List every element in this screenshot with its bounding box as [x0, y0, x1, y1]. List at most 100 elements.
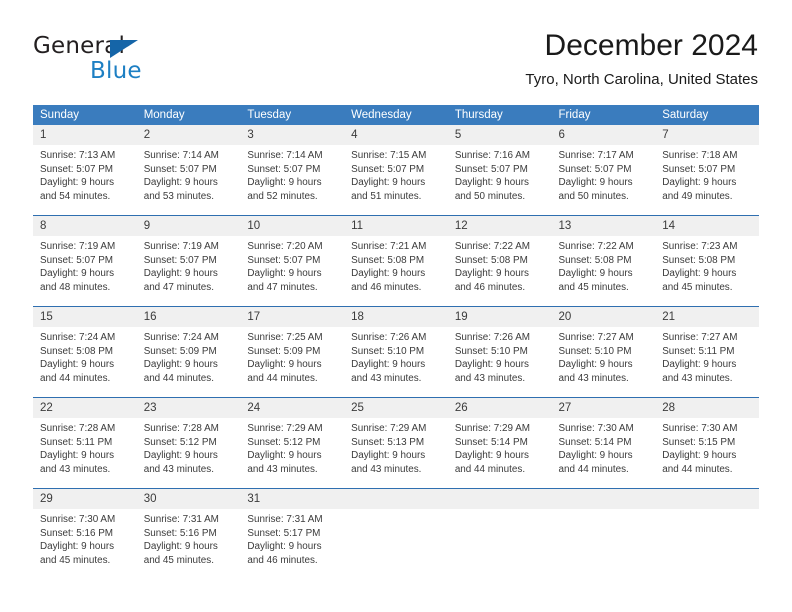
sunset-text: Sunset: 5:09 PM [143, 345, 217, 357]
day-cell[interactable]: 20 Sunrise: 7:27 AM Sunset: 5:10 PM Dayl… [551, 307, 656, 397]
sunset-text: Sunset: 5:07 PM [454, 163, 528, 175]
week-row: 22 Sunrise: 7:28 AM Sunset: 5:11 PM Dayl… [33, 397, 759, 488]
daylight-text-line1: Daylight: 9 hours [662, 450, 737, 462]
daylight-text-line2: and 45 minutes. [143, 554, 214, 566]
day-number: 24 [240, 398, 345, 418]
day-number: 27 [551, 398, 656, 418]
sunrise-text: Sunrise: 7:20 AM [247, 241, 323, 252]
day-cell[interactable]: 7 Sunrise: 7:18 AM Sunset: 5:07 PM Dayli… [655, 125, 759, 215]
sunset-text: Sunset: 5:11 PM [40, 436, 113, 448]
daylight-text-line2: and 46 minutes. [351, 281, 422, 293]
daylight-text-line1: Daylight: 9 hours [247, 359, 322, 371]
day-cell[interactable]: 25 Sunrise: 7:29 AM Sunset: 5:13 PM Dayl… [344, 398, 448, 488]
sunset-text: Sunset: 5:13 PM [351, 436, 425, 448]
day-details: Sunrise: 7:28 AM Sunset: 5:11 PM Dayligh… [33, 418, 137, 476]
day-cell[interactable]: 23 Sunrise: 7:28 AM Sunset: 5:12 PM Dayl… [136, 398, 241, 488]
sunset-text: Sunset: 5:08 PM [351, 254, 425, 266]
day-details: Sunrise: 7:27 AM Sunset: 5:10 PM Dayligh… [552, 327, 656, 385]
daylight-text-line2: and 44 minutes. [40, 372, 111, 384]
week-row: 15 Sunrise: 7:24 AM Sunset: 5:08 PM Dayl… [33, 306, 759, 397]
sunset-text: Sunset: 5:07 PM [40, 254, 114, 266]
daylight-text-line1: Daylight: 9 hours [247, 450, 322, 462]
day-number: 14 [655, 216, 759, 236]
daylight-text-line1: Daylight: 9 hours [40, 177, 115, 189]
day-cell[interactable]: 15 Sunrise: 7:24 AM Sunset: 5:08 PM Dayl… [33, 307, 137, 397]
sunrise-text: Sunrise: 7:29 AM [247, 423, 323, 434]
day-cell[interactable]: 29 Sunrise: 7:30 AM Sunset: 5:16 PM Dayl… [33, 489, 137, 579]
weekday-header-sunday: Sunday [40, 109, 80, 121]
sunrise-text: Sunrise: 7:16 AM [454, 150, 531, 161]
day-number: 22 [33, 398, 137, 418]
sunrise-text: Sunrise: 7:24 AM [143, 332, 219, 343]
day-cell[interactable]: 22 Sunrise: 7:28 AM Sunset: 5:11 PM Dayl… [33, 398, 137, 488]
daylight-text-line2: and 46 minutes. [247, 554, 318, 566]
day-cell[interactable]: 9 Sunrise: 7:19 AM Sunset: 5:07 PM Dayli… [136, 216, 241, 306]
day-cell[interactable]: 11 Sunrise: 7:21 AM Sunset: 5:08 PM Dayl… [344, 216, 448, 306]
day-cell[interactable]: 6 Sunrise: 7:17 AM Sunset: 5:07 PM Dayli… [551, 125, 656, 215]
day-details: Sunrise: 7:26 AM Sunset: 5:10 PM Dayligh… [448, 327, 552, 385]
daylight-text-line1: Daylight: 9 hours [351, 177, 426, 189]
day-details: Sunrise: 7:25 AM Sunset: 5:09 PM Dayligh… [240, 327, 344, 385]
day-cell[interactable]: 1 Sunrise: 7:13 AM Sunset: 5:07 PM Dayli… [33, 125, 137, 215]
day-cell[interactable]: 18 Sunrise: 7:26 AM Sunset: 5:10 PM Dayl… [344, 307, 448, 397]
sunrise-text: Sunrise: 7:31 AM [247, 514, 323, 525]
weekday-header-tuesday: Tuesday [247, 109, 292, 121]
daylight-text-line2: and 52 minutes. [247, 190, 318, 202]
day-details: Sunrise: 7:28 AM Sunset: 5:12 PM Dayligh… [137, 418, 241, 476]
daylight-text-line2: and 49 minutes. [662, 190, 733, 202]
day-cell[interactable]: 21 Sunrise: 7:27 AM Sunset: 5:11 PM Dayl… [655, 307, 759, 397]
day-cell[interactable]: 16 Sunrise: 7:24 AM Sunset: 5:09 PM Dayl… [136, 307, 241, 397]
sunset-text: Sunset: 5:11 PM [662, 345, 735, 357]
general-blue-logo[interactable]: General Blue [33, 33, 263, 93]
day-details: Sunrise: 7:26 AM Sunset: 5:10 PM Dayligh… [344, 327, 448, 385]
day-number: 12 [447, 216, 552, 236]
daylight-text-line1: Daylight: 9 hours [143, 268, 218, 280]
day-number: 19 [447, 307, 552, 327]
day-cell[interactable]: 24 Sunrise: 7:29 AM Sunset: 5:12 PM Dayl… [240, 398, 345, 488]
day-cell[interactable]: 26 Sunrise: 7:29 AM Sunset: 5:14 PM Dayl… [447, 398, 552, 488]
sunrise-text: Sunrise: 7:23 AM [662, 241, 738, 252]
sunset-text: Sunset: 5:08 PM [662, 254, 736, 266]
day-cell[interactable]: 10 Sunrise: 7:20 AM Sunset: 5:07 PM Dayl… [240, 216, 345, 306]
sunset-text: Sunset: 5:07 PM [558, 163, 632, 175]
day-cell[interactable]: 8 Sunrise: 7:19 AM Sunset: 5:07 PM Dayli… [33, 216, 137, 306]
day-cell[interactable]: 2 Sunrise: 7:14 AM Sunset: 5:07 PM Dayli… [136, 125, 241, 215]
sunrise-text: Sunrise: 7:25 AM [247, 332, 323, 343]
daylight-text-line2: and 44 minutes. [558, 463, 629, 475]
day-cell[interactable]: 31 Sunrise: 7:31 AM Sunset: 5:17 PM Dayl… [240, 489, 345, 579]
day-cell[interactable]: 17 Sunrise: 7:25 AM Sunset: 5:09 PM Dayl… [240, 307, 345, 397]
day-cell[interactable]: 27 Sunrise: 7:30 AM Sunset: 5:14 PM Dayl… [551, 398, 656, 488]
day-number: 8 [33, 216, 137, 236]
day-number: 11 [344, 216, 448, 236]
day-cell[interactable]: 13 Sunrise: 7:22 AM Sunset: 5:08 PM Dayl… [551, 216, 656, 306]
day-cell[interactable]: 5 Sunrise: 7:16 AM Sunset: 5:07 PM Dayli… [447, 125, 552, 215]
sunrise-text: Sunrise: 7:22 AM [558, 241, 634, 252]
daylight-text-line2: and 45 minutes. [558, 281, 629, 293]
day-details: Sunrise: 7:17 AM Sunset: 5:07 PM Dayligh… [552, 145, 656, 203]
day-cell[interactable]: 19 Sunrise: 7:26 AM Sunset: 5:10 PM Dayl… [447, 307, 552, 397]
day-number: 6 [551, 125, 656, 145]
day-cell[interactable]: 4 Sunrise: 7:15 AM Sunset: 5:07 PM Dayli… [344, 125, 448, 215]
sunrise-text: Sunrise: 7:18 AM [662, 150, 738, 161]
day-details: Sunrise: 7:29 AM Sunset: 5:14 PM Dayligh… [448, 418, 552, 476]
sunset-text: Sunset: 5:16 PM [40, 527, 114, 539]
day-number [551, 489, 656, 509]
daylight-text-line1: Daylight: 9 hours [143, 450, 218, 462]
weekday-header-wednesday: Wednesday [351, 109, 412, 121]
daylight-text-line1: Daylight: 9 hours [454, 268, 529, 280]
day-details: Sunrise: 7:29 AM Sunset: 5:13 PM Dayligh… [344, 418, 448, 476]
sunrise-text: Sunrise: 7:30 AM [662, 423, 738, 434]
daylight-text-line2: and 47 minutes. [143, 281, 214, 293]
day-cell[interactable]: 28 Sunrise: 7:30 AM Sunset: 5:15 PM Dayl… [655, 398, 759, 488]
day-number [447, 489, 552, 509]
sunset-text: Sunset: 5:08 PM [558, 254, 632, 266]
day-cell[interactable]: 30 Sunrise: 7:31 AM Sunset: 5:16 PM Dayl… [136, 489, 241, 579]
day-cell[interactable]: 3 Sunrise: 7:14 AM Sunset: 5:07 PM Dayli… [240, 125, 345, 215]
weekday-header-friday: Friday [558, 109, 591, 121]
daylight-text-line1: Daylight: 9 hours [558, 268, 633, 280]
daylight-text-line1: Daylight: 9 hours [351, 359, 426, 371]
daylight-text-line1: Daylight: 9 hours [662, 177, 737, 189]
day-cell[interactable]: 14 Sunrise: 7:23 AM Sunset: 5:08 PM Dayl… [655, 216, 759, 306]
day-cell[interactable]: 12 Sunrise: 7:22 AM Sunset: 5:08 PM Dayl… [447, 216, 552, 306]
daylight-text-line2: and 51 minutes. [351, 190, 422, 202]
